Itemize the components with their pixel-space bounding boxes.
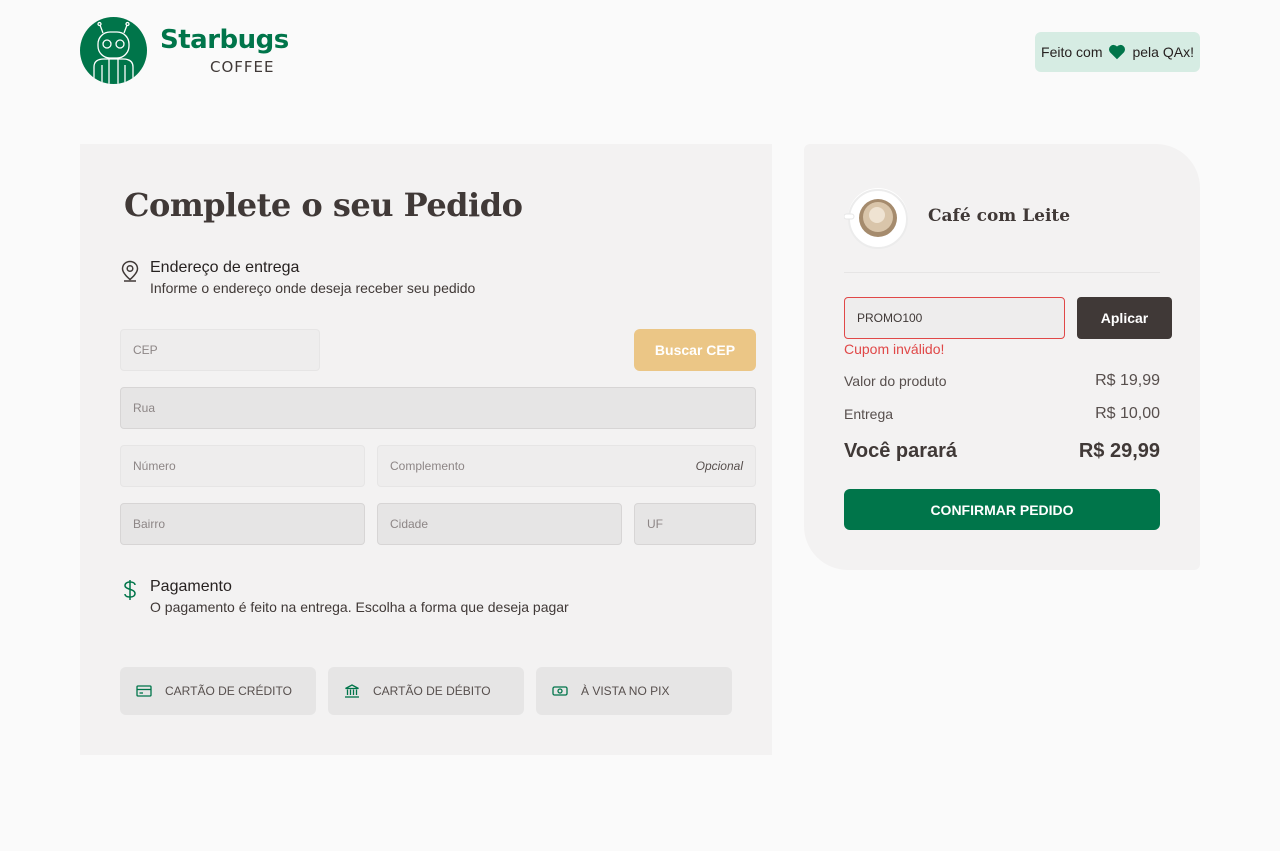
pay-debit-label: CARTÃO DE DÉBITO [373,684,491,698]
address-subtitle: Informe o endereço onde deseja receber s… [150,280,476,296]
made-with-badge: Feito com pela QAx! [1035,32,1200,72]
optional-tag: Opcional [695,459,743,473]
payment-title: Pagamento [150,578,232,595]
cep-input[interactable]: CEP [120,329,320,371]
product-name: Café com Leite [928,206,1071,226]
credit-card-icon [136,685,152,697]
cidade-input[interactable]: Cidade [377,503,622,545]
numero-input[interactable]: Número [120,445,365,487]
brand-subtitle: COFFEE [210,58,275,76]
pay-credit-label: CARTÃO DE CRÉDITO [165,684,292,698]
map-pin-icon [121,260,139,282]
uf-input[interactable]: UF [634,503,756,545]
complemento-input[interactable]: Complemento Opcional [377,445,756,487]
robot-logo-icon [80,17,147,84]
brand-logo[interactable]: Starbugs COFFEE [80,17,290,85]
coupon-value: PROMO100 [857,311,923,325]
rua-placeholder: Rua [133,401,156,415]
address-section-header: Endereço de entrega Informe o endereço o… [120,258,475,297]
divider [844,272,1160,273]
rua-input[interactable]: Rua [120,387,756,429]
pay-credit-card-button[interactable]: CARTÃO DE CRÉDITO [120,667,316,715]
numero-placeholder: Número [133,459,176,473]
cart-summary-panel: Café com Leite PROMO100 Aplicar Cupom in… [804,144,1200,570]
delivery-row: Entrega R$ 10,00 [844,405,1160,423]
badge-suffix: pela QAx! [1132,44,1194,60]
heart-icon [1109,44,1126,60]
coffee-cup-image [844,188,908,249]
apply-coupon-button[interactable]: Aplicar [1077,297,1172,339]
money-icon [552,686,568,696]
uf-placeholder: UF [647,517,663,531]
brand-name: Starbugs [160,25,289,55]
pay-debit-card-button[interactable]: CARTÃO DE DÉBITO [328,667,524,715]
payment-subtitle: O pagamento é feito na entrega. Escolha … [150,599,569,615]
pay-pix-label: À VISTA NO PIX [581,684,670,698]
cep-placeholder: CEP [133,343,158,357]
address-title: Endereço de entrega [150,259,300,276]
product-value-amount: R$ 19,99 [1095,372,1160,389]
bairro-input[interactable]: Bairro [120,503,365,545]
product-value-label: Valor do produto [844,373,947,389]
dollar-icon [124,580,136,600]
page-title: Complete o seu Pedido [124,186,523,224]
delivery-amount: R$ 10,00 [1095,405,1160,422]
bairro-placeholder: Bairro [133,517,166,531]
coupon-error-message: Cupom inválido! [844,341,945,357]
bank-icon [345,684,359,698]
product-value-row: Valor do produto R$ 19,99 [844,372,1160,390]
buscar-cep-button[interactable]: Buscar CEP [634,329,756,371]
delivery-label: Entrega [844,406,894,422]
coupon-input[interactable]: PROMO100 [844,297,1065,339]
total-amount: R$ 29,99 [1078,440,1160,462]
confirm-order-button[interactable]: CONFIRMAR PEDIDO [844,489,1160,530]
order-form-panel: Complete o seu Pedido Endereço de entreg… [80,144,772,755]
complemento-placeholder: Complemento [390,459,465,473]
cidade-placeholder: Cidade [390,517,429,531]
payment-section-header: Pagamento O pagamento é feito na entrega… [120,577,569,616]
badge-prefix: Feito com [1041,44,1103,60]
pay-pix-button[interactable]: À VISTA NO PIX [536,667,732,715]
total-label: Você parará [844,440,958,462]
total-row: Você parará R$ 29,99 [844,440,1160,463]
